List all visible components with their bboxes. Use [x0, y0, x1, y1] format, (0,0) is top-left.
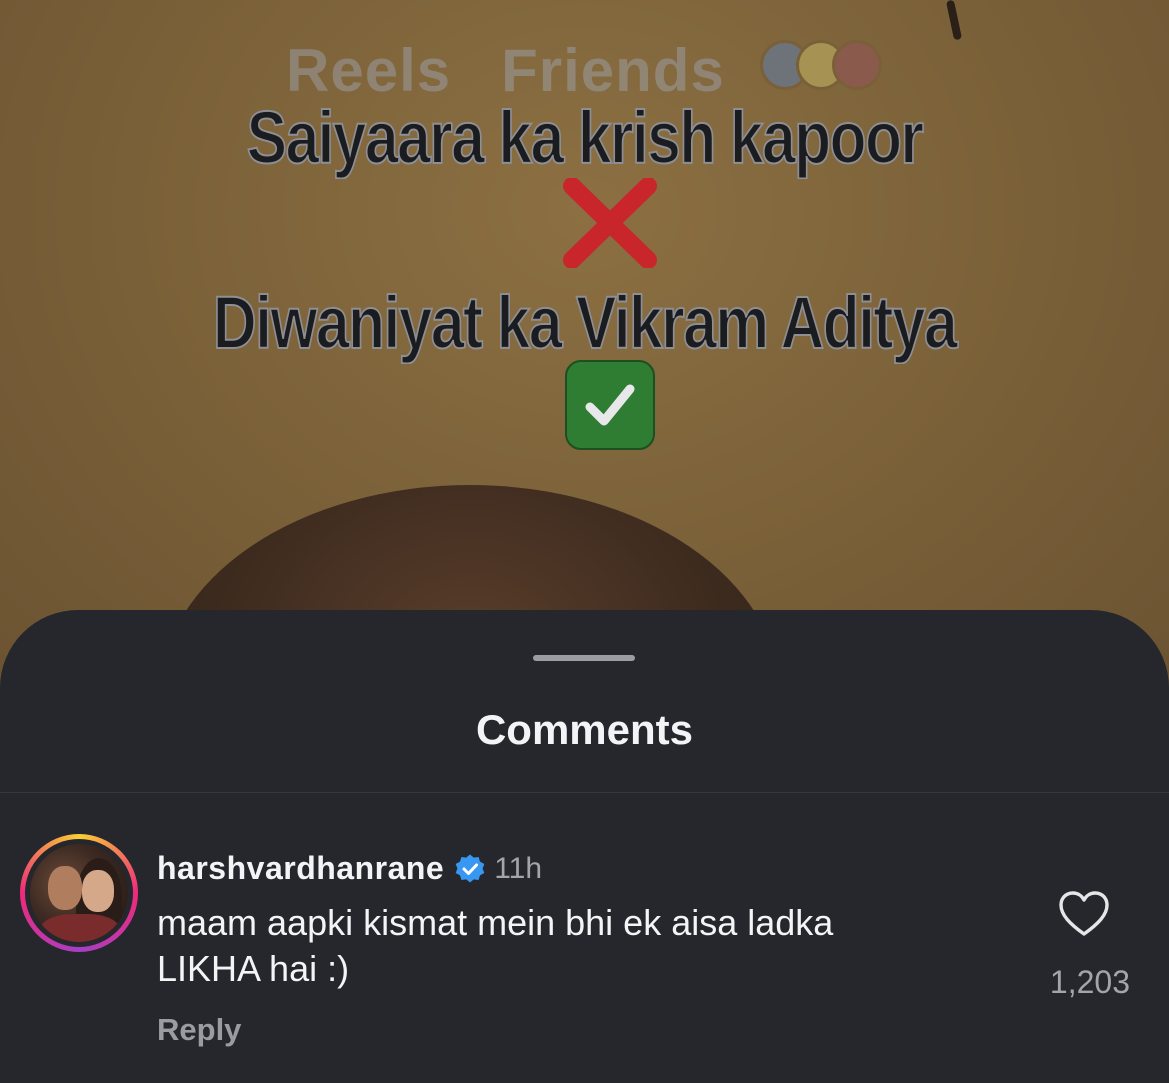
- sheet-drag-handle[interactable]: [533, 655, 635, 661]
- overlay-text-line-1: Saiyaara ka krish kapoor: [246, 95, 925, 180]
- background-cord: [945, 0, 963, 41]
- comment-text-line: LIKHA hai :): [157, 948, 350, 989]
- verified-badge-icon: [455, 854, 485, 882]
- comment-text-line: maam aapki kismat mein bhi ek aisa ladka: [157, 902, 834, 943]
- overlay-text-line-2: Diwaniyat ka Vikram Aditya: [212, 280, 958, 365]
- comments-sheet: Comments harshvardhanrane 11h maam aapki: [0, 610, 1169, 1083]
- comment-timestamp: 11h: [494, 851, 543, 885]
- cross-mark-icon: [563, 178, 657, 268]
- comment-username[interactable]: harshvardhanrane: [157, 850, 444, 887]
- comment-item: harshvardhanrane 11h maam aapki kismat m…: [0, 822, 1169, 1082]
- avatar-image: [30, 844, 128, 942]
- reel-video-background[interactable]: Reels Friends Saiyaara ka krish kapoor D…: [0, 0, 1169, 700]
- sheet-title: Comments: [475, 706, 694, 753]
- like-count: 1,203: [1049, 964, 1130, 1000]
- comment-text: maam aapki kismat mein bhi ek aisa ladka…: [157, 900, 957, 992]
- heart-icon[interactable]: [1058, 890, 1110, 938]
- reply-button[interactable]: Reply: [157, 1012, 241, 1048]
- comment-header: harshvardhanrane 11h: [157, 850, 542, 887]
- avatar[interactable]: [20, 834, 138, 952]
- friend-avatar: [832, 40, 882, 90]
- friends-avatar-stack[interactable]: [760, 40, 882, 90]
- check-mark-icon: [565, 360, 655, 450]
- divider: [0, 792, 1169, 793]
